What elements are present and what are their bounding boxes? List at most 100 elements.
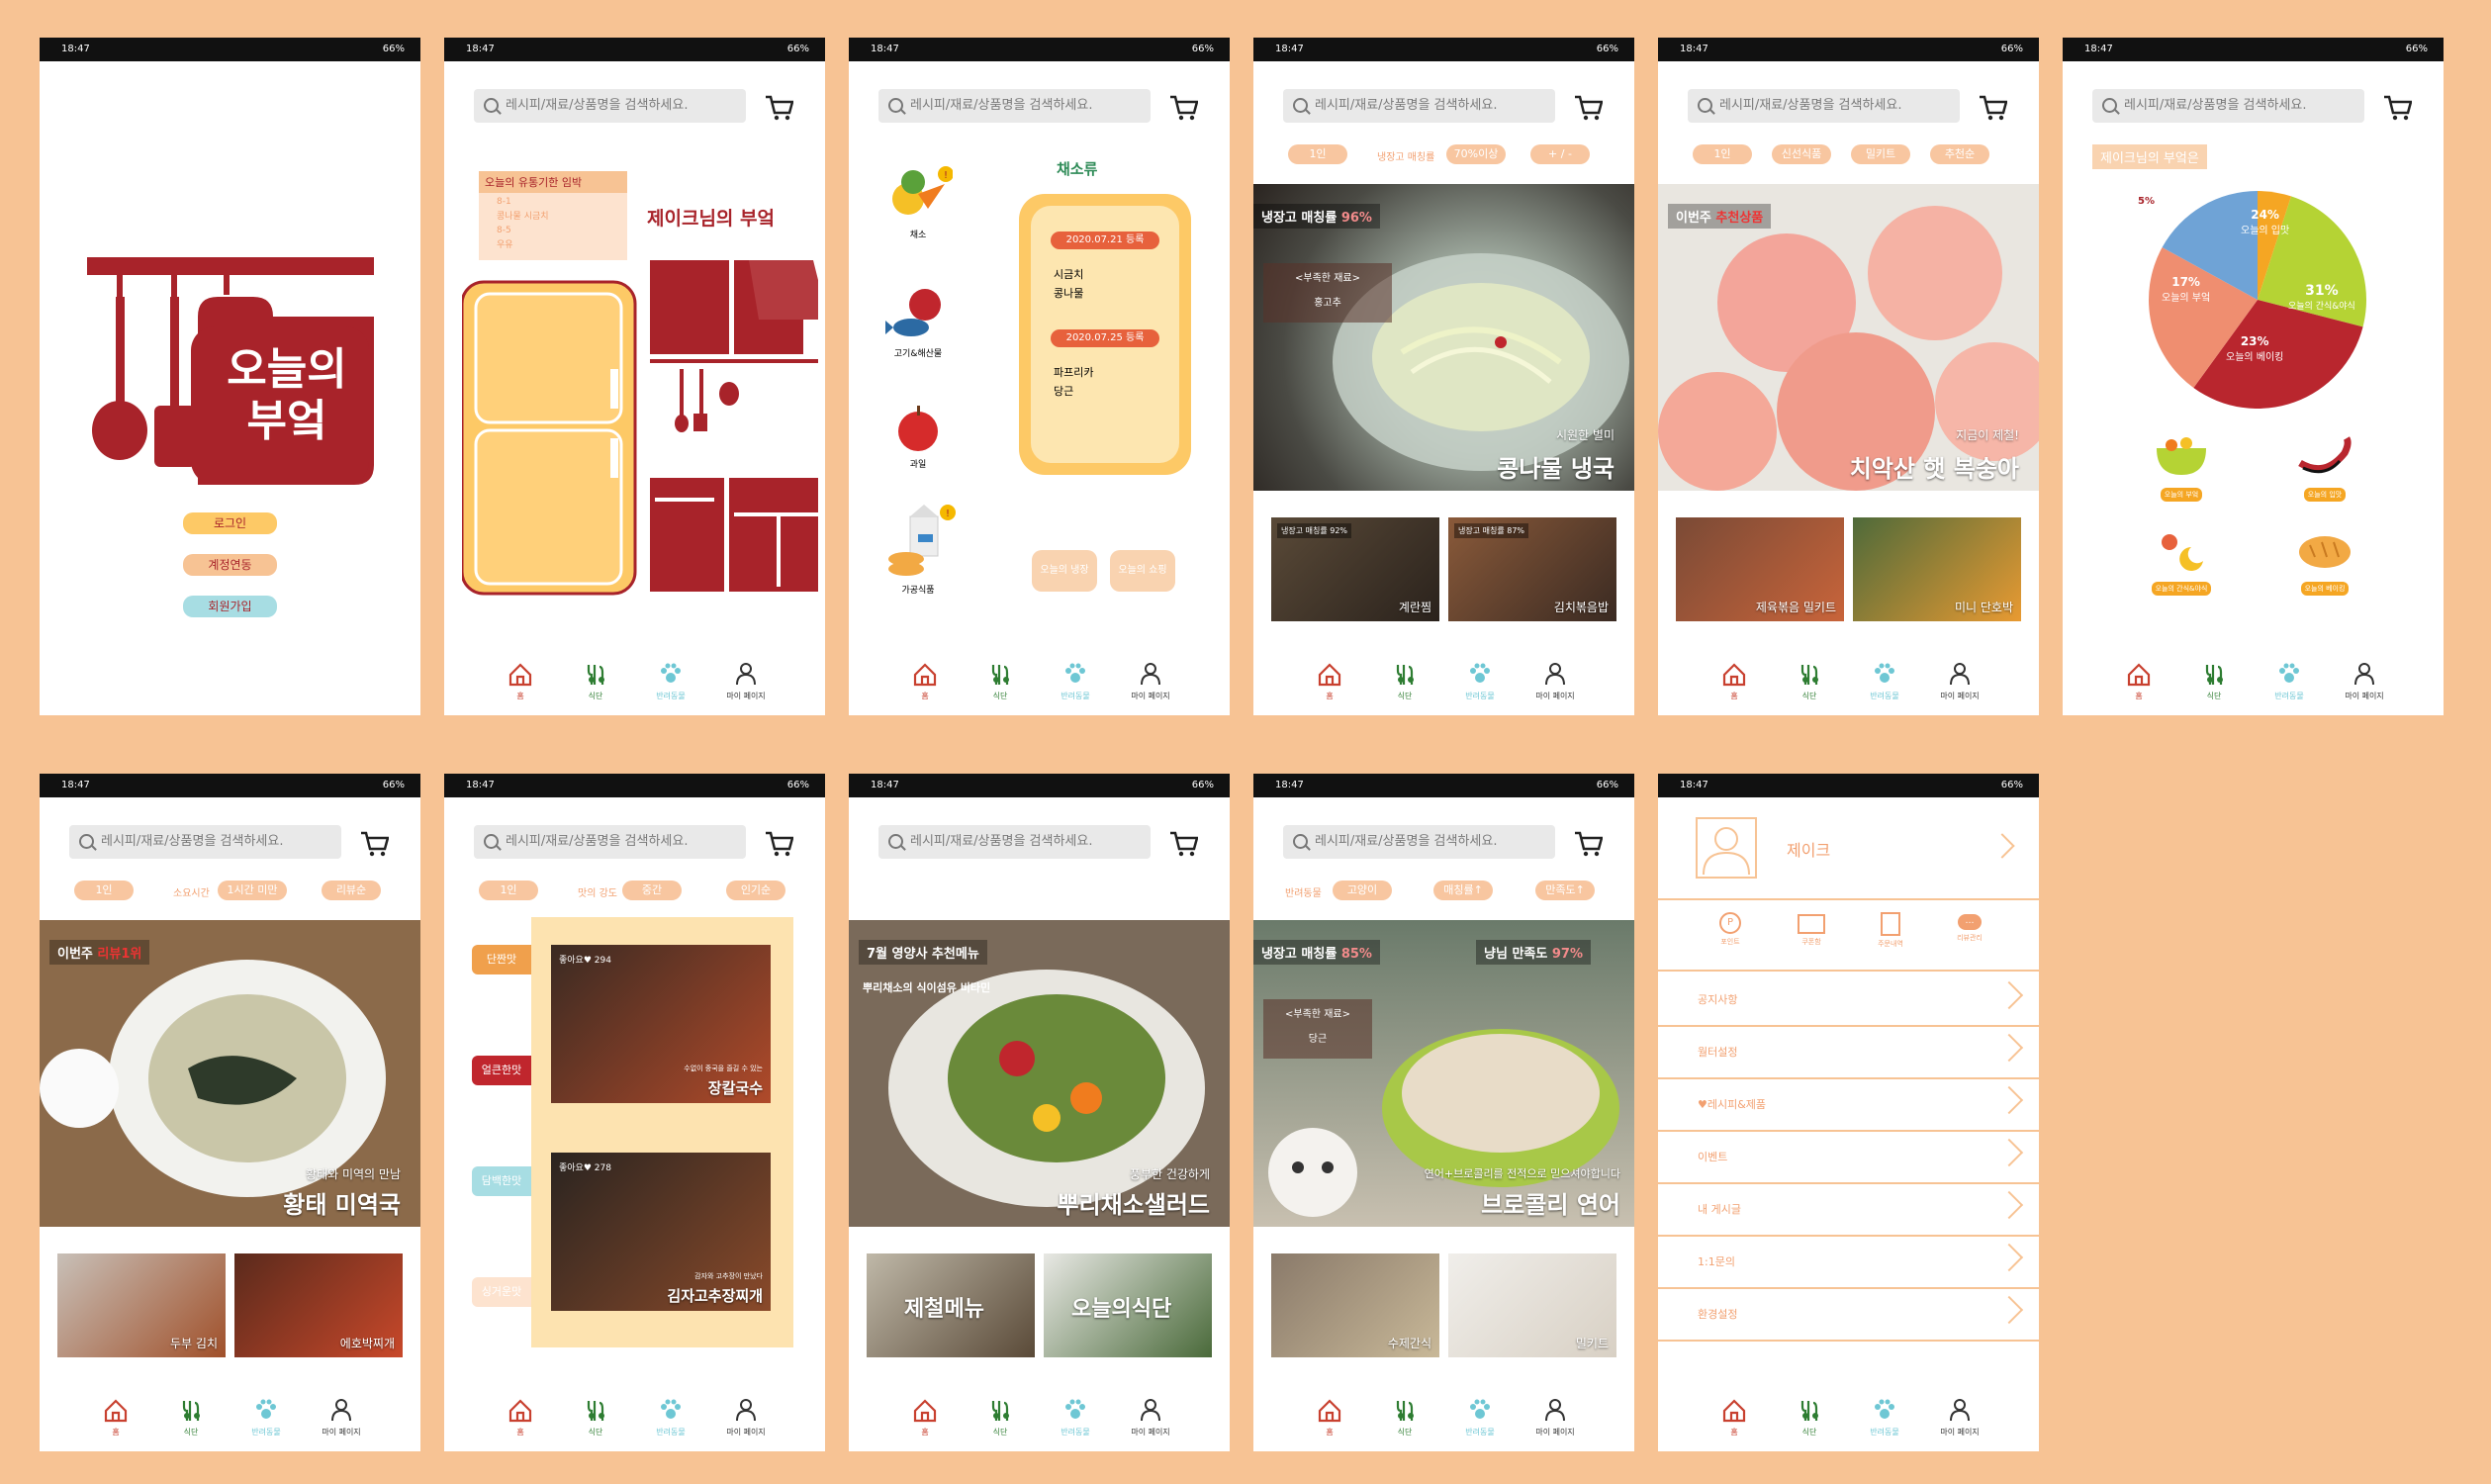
- nav-home[interactable]: 홈: [1295, 661, 1364, 701]
- nav-home[interactable]: 홈: [2104, 661, 2173, 701]
- cart-icon[interactable]: [2382, 93, 2412, 121]
- product-thumb-1[interactable]: 제육볶음 밀키트: [1676, 517, 1844, 621]
- menu-item-notice[interactable]: 공지사항: [1658, 974, 2039, 1027]
- nav-diet[interactable]: 식단: [966, 1397, 1035, 1438]
- nav-pets[interactable]: 반려동물: [1041, 661, 1110, 701]
- category-icon[interactable]: 오늘의 입맛: [2285, 433, 2364, 502]
- nav-mypage[interactable]: 마이 페이지: [307, 1397, 376, 1438]
- search-input[interactable]: 레시피/재료/상품명을 검색하세요.: [878, 825, 1151, 859]
- nav-home[interactable]: 홈: [1295, 1397, 1364, 1438]
- product-thumb-2[interactable]: 미니 단호박: [1853, 517, 2021, 621]
- menu-thumb-2[interactable]: 오늘의식단: [1044, 1253, 1212, 1357]
- filter-serving[interactable]: 1인: [1288, 144, 1347, 164]
- recipe-card-1[interactable]: 좋아요♥ 294 수없이 중국을 즐길 수 있는 장칼국수: [551, 945, 771, 1103]
- recipe-card-2[interactable]: 좋아요♥ 278 감자와 고추장이 만났다 김자고추장찌개: [551, 1153, 771, 1311]
- filter-serving[interactable]: 1인: [1693, 144, 1752, 164]
- filter-satisfaction[interactable]: 만족도↑: [1535, 881, 1595, 900]
- cart-icon[interactable]: [1573, 93, 1603, 121]
- nav-home[interactable]: 홈: [890, 661, 960, 701]
- nav-mypage[interactable]: 마이 페이지: [711, 1397, 781, 1438]
- profile-row[interactable]: 제이크: [1658, 797, 2039, 900]
- nav-diet[interactable]: 식단: [1775, 1397, 1844, 1438]
- nav-diet[interactable]: 식단: [1370, 661, 1439, 701]
- nav-mypage[interactable]: 마이 페이지: [1116, 661, 1185, 701]
- nav-pets[interactable]: 반려동물: [636, 1397, 705, 1438]
- filter-sort[interactable]: 추천순: [1930, 144, 1989, 164]
- category-processed[interactable]: ! 가공식품: [878, 505, 958, 596]
- category-fruit[interactable]: 과일: [878, 404, 958, 470]
- search-input[interactable]: 레시피/재료/상품명을 검색하세요.: [878, 89, 1151, 123]
- shortcut-points[interactable]: P 포인트: [1706, 912, 1755, 947]
- nav-pets[interactable]: 반려동물: [2255, 661, 2324, 701]
- fridge-illustration[interactable]: [462, 260, 818, 636]
- filter-sort[interactable]: 인기순: [726, 881, 785, 900]
- list-item[interactable]: 당근: [1054, 383, 1073, 399]
- taste-tab-spicy[interactable]: 얼큰한맛: [472, 1056, 531, 1085]
- search-input[interactable]: 레시피/재료/상품명을 검색하세요.: [1688, 89, 1960, 123]
- nav-pets[interactable]: 반려동물: [636, 661, 705, 701]
- filter-mealkit[interactable]: 밀키트: [1851, 144, 1910, 164]
- account-link-button[interactable]: 계정연동: [183, 554, 277, 576]
- taste-tab-sweet-salty[interactable]: 단짠맛: [472, 945, 531, 974]
- nav-pets[interactable]: 반려동물: [1850, 661, 1919, 701]
- hero-photo[interactable]: 이번주 추천상품 지금이 제철! 치악산 햇 복숭아: [1658, 184, 2039, 491]
- menu-item-favorites[interactable]: ♥레시피&제품: [1658, 1078, 2039, 1132]
- menu-item-events[interactable]: 이벤트: [1658, 1131, 2039, 1184]
- filter-fresh[interactable]: 신선식품: [1772, 144, 1831, 164]
- nav-home[interactable]: 홈: [1700, 1397, 1769, 1438]
- nav-pets[interactable]: 반려동물: [1445, 661, 1515, 701]
- hero-photo[interactable]: 냉장고 매칭률 85% 냥님 만족도 97% <부족한 재료> 당근 연어+브로…: [1253, 920, 1634, 1227]
- search-input[interactable]: 레시피/재료/상품명을 검색하세요.: [2092, 89, 2364, 123]
- category-meat[interactable]: 고기&해산물: [878, 283, 958, 359]
- search-input[interactable]: 레시피/재료/상품명을 검색하세요.: [474, 825, 746, 859]
- nav-home[interactable]: 홈: [486, 1397, 555, 1438]
- taste-tab-mild[interactable]: 담백한맛: [472, 1166, 531, 1196]
- cart-icon[interactable]: [1978, 93, 2007, 121]
- nav-home[interactable]: 홈: [1700, 661, 1769, 701]
- list-item[interactable]: 콩나물: [1054, 285, 1083, 301]
- search-input[interactable]: 레시피/재료/상품명을 검색하세요.: [474, 89, 746, 123]
- filter-serving[interactable]: 1인: [479, 881, 538, 900]
- shortcut-orders[interactable]: 주문내역: [1866, 912, 1915, 949]
- category-veg[interactable]: ! 채소: [878, 164, 958, 240]
- nav-mypage[interactable]: 마이 페이지: [1925, 661, 1994, 701]
- category-icon[interactable]: 오늘의 베이킹: [2285, 527, 2364, 596]
- nav-home[interactable]: 홈: [486, 661, 555, 701]
- nav-pets[interactable]: 반려동물: [231, 1397, 301, 1438]
- fridge-button[interactable]: 오늘의 냉장: [1032, 550, 1097, 592]
- menu-item-settings[interactable]: 환경설정: [1658, 1288, 2039, 1342]
- cart-icon[interactable]: [1168, 93, 1198, 121]
- search-input[interactable]: 레시피/재료/상품명을 검색하세요.: [1283, 89, 1555, 123]
- filter-sort[interactable]: 리뷰순: [322, 881, 381, 900]
- nav-mypage[interactable]: 마이 페이지: [2330, 661, 2399, 701]
- list-item[interactable]: 파프리카: [1054, 364, 1093, 380]
- filter-taste[interactable]: 중간: [622, 881, 682, 900]
- nav-diet[interactable]: 식단: [156, 1397, 226, 1438]
- filter-match[interactable]: 매칭률↑: [1433, 881, 1493, 900]
- menu-item-filter[interactable]: 월터설정: [1658, 1026, 2039, 1079]
- cart-icon[interactable]: [1168, 829, 1198, 857]
- nav-diet[interactable]: 식단: [561, 661, 630, 701]
- nav-mypage[interactable]: 마이 페이지: [1116, 1397, 1185, 1438]
- nav-mypage[interactable]: 마이 페이지: [711, 661, 781, 701]
- search-input[interactable]: 레시피/재료/상품명을 검색하세요.: [1283, 825, 1555, 859]
- hero-photo[interactable]: 이번주 리뷰1위 황태와 미역의 만남 황태 미역국: [40, 920, 420, 1227]
- menu-thumb-1[interactable]: 제철메뉴: [867, 1253, 1035, 1357]
- expiry-card[interactable]: 오늘의 유통기한 임박 8-1 콩나물 시금치 8-5 우유: [479, 171, 627, 260]
- nav-pets[interactable]: 반려동물: [1445, 1397, 1515, 1438]
- nav-mypage[interactable]: 마이 페이지: [1521, 1397, 1590, 1438]
- menu-item-inquiry[interactable]: 1:1문의: [1658, 1236, 2039, 1289]
- recipe-thumb-2[interactable]: 냉장고 매칭률 87% 김치볶음밥: [1448, 517, 1616, 621]
- nav-diet[interactable]: 식단: [561, 1397, 630, 1438]
- shortcut-reviews[interactable]: … 리뷰관리: [1945, 912, 1994, 943]
- recipe-thumb-1[interactable]: 두부 김치: [57, 1253, 226, 1357]
- cart-icon[interactable]: [359, 829, 389, 857]
- filter-adjust[interactable]: + / -: [1530, 144, 1590, 164]
- cart-icon[interactable]: [764, 93, 793, 121]
- nav-pets[interactable]: 반려동물: [1850, 1397, 1919, 1438]
- product-thumb-1[interactable]: 수제간식: [1271, 1253, 1439, 1357]
- nav-home[interactable]: 홈: [81, 1397, 150, 1438]
- signup-button[interactable]: 회원가입: [183, 596, 277, 617]
- filter-pet-type[interactable]: 고양이: [1333, 881, 1392, 900]
- recipe-thumb-2[interactable]: 에호박찌개: [234, 1253, 403, 1357]
